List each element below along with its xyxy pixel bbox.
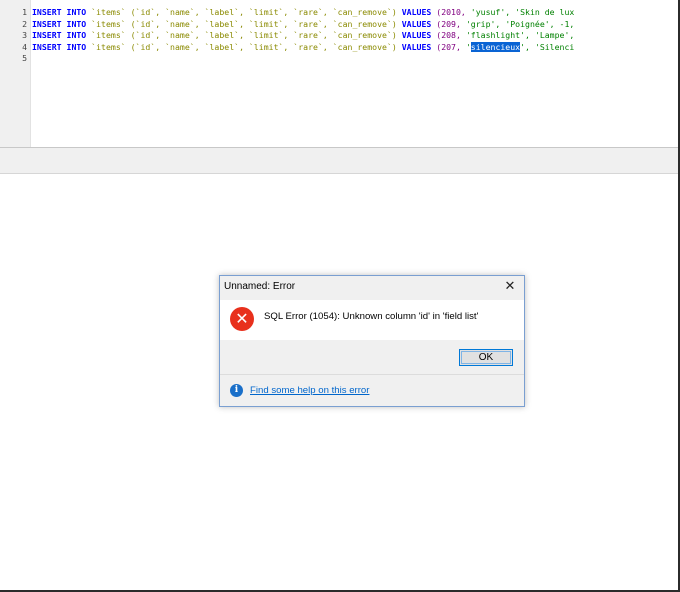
id-value: (208,: [436, 30, 461, 41]
line-number: 1: [22, 7, 27, 17]
keyword: INTO: [66, 41, 87, 52]
help-link[interactable]: Find some help on this error: [250, 385, 369, 396]
editor-results-splitter[interactable]: [0, 147, 678, 174]
code-line[interactable]: INSERT INTO `items` (`id`, `name`, `labe…: [32, 19, 678, 31]
column-list: (`id`, `name`, `label`, `limit`, `rare`,…: [130, 18, 397, 29]
selected-text[interactable]: silencieux: [470, 41, 521, 52]
close-icon[interactable]: ✕: [502, 279, 518, 295]
line-number: 4: [22, 41, 27, 52]
code-line[interactable]: INSERT INTO `items` (`id`, `name`, `labe…: [32, 41, 678, 54]
column-list: (`id`, `name`, `label`, `limit`, `rare`,…: [130, 41, 397, 52]
remaining-values: 'Poignée', -1,: [505, 18, 575, 29]
dialog-title: Unnamed: Error: [224, 281, 296, 292]
remaining-values: 'Silenci: [534, 41, 575, 52]
keyword: INTO: [66, 7, 87, 17]
line-number: 2: [22, 18, 27, 29]
error-dialog: Unnamed: Error ✕ ✕ SQL Error (1054): Unk…: [219, 275, 525, 407]
table-identifier: `items`: [91, 7, 126, 17]
column-list: (`id`, `name`, `label`, `limit`, `rare`,…: [130, 7, 397, 17]
table-identifier: `items`: [91, 18, 126, 29]
line-number: 5: [22, 53, 27, 64]
name-value: 'grip',: [465, 18, 501, 29]
name-quote-close: ',: [520, 41, 530, 52]
info-icon: i: [230, 384, 243, 397]
error-icon: ✕: [230, 307, 254, 331]
keyword: INTO: [66, 18, 87, 29]
id-value: (209,: [436, 18, 461, 29]
keyword: VALUES: [401, 18, 432, 29]
error-message: SQL Error (1054): Unknown column 'id' in…: [264, 311, 479, 322]
sql-editor[interactable]: 1 2 3 4 5 INSERT INTO `items` (`id`, `na…: [0, 0, 678, 147]
dialog-divider: [220, 374, 524, 375]
keyword: INTO: [66, 30, 87, 41]
keyword: VALUES: [401, 30, 432, 41]
table-identifier: `items`: [91, 30, 126, 41]
name-value: 'flashlight',: [465, 30, 530, 41]
code-line[interactable]: INSERT INTO `items` (`id`, `name`, `labe…: [32, 7, 678, 19]
ok-button[interactable]: OK: [459, 349, 513, 366]
keyword: INSERT: [32, 7, 62, 17]
keyword: VALUES: [401, 7, 432, 17]
keyword: INSERT: [32, 30, 62, 41]
name-value: 'yusuf',: [470, 7, 511, 17]
id-value: (2010,: [436, 7, 466, 17]
remaining-values: 'Lampe',: [534, 30, 575, 41]
id-value: (207,: [436, 41, 461, 52]
table-identifier: `items`: [91, 41, 126, 52]
column-list: (`id`, `name`, `label`, `limit`, `rare`,…: [130, 30, 397, 41]
remaining-values: 'Skin de lux: [515, 7, 575, 17]
keyword: INSERT: [32, 18, 62, 29]
line-number-gutter: 1 2 3 4 5: [0, 0, 31, 147]
code-line[interactable]: INSERT INTO `items` (`id`, `name`, `labe…: [32, 30, 678, 42]
keyword: VALUES: [401, 41, 432, 52]
keyword: INSERT: [32, 41, 62, 52]
line-number: 3: [22, 30, 27, 41]
dialog-body: ✕ SQL Error (1054): Unknown column 'id' …: [220, 300, 524, 340]
